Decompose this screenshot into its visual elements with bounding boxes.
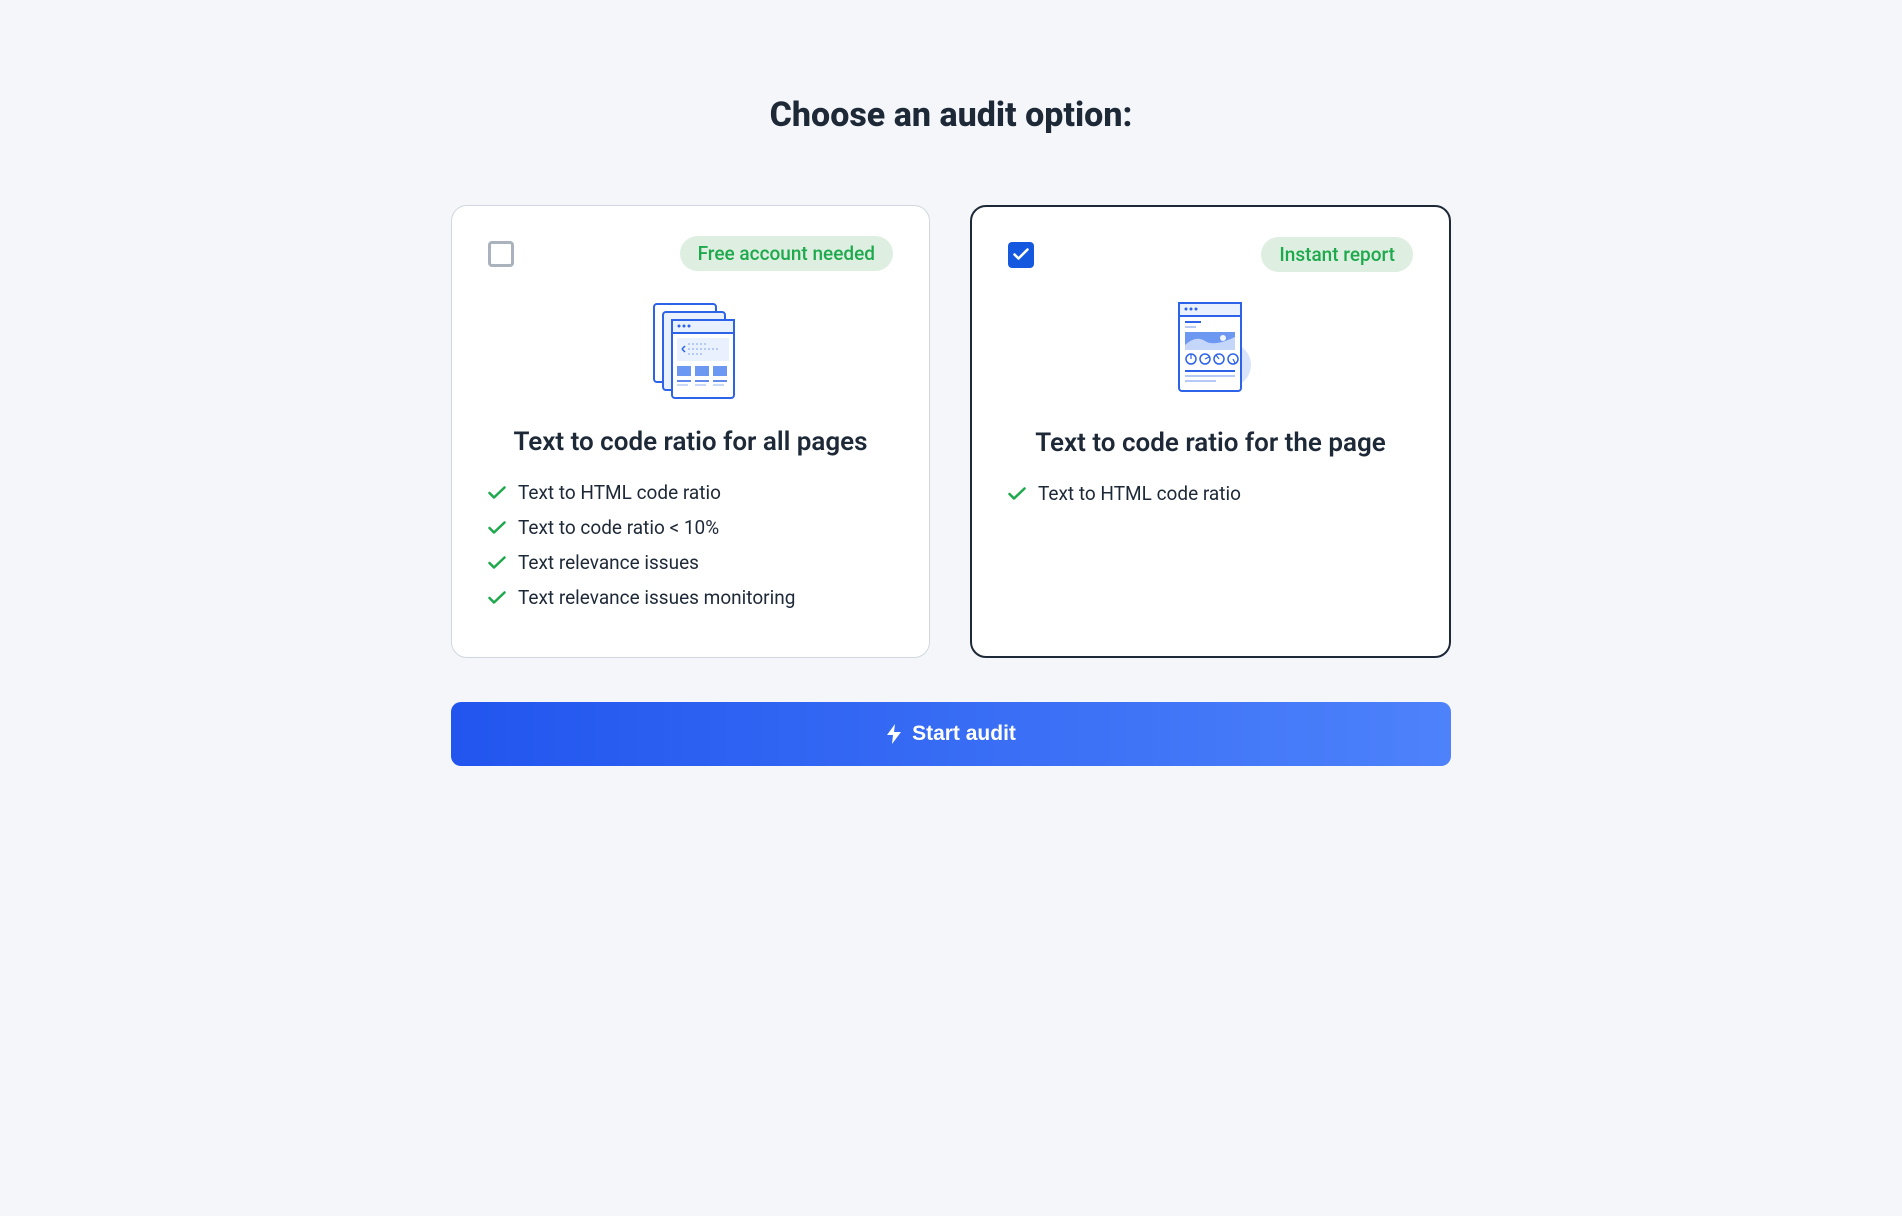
single-page-illustration [1008, 290, 1413, 410]
feature-item: Text relevance issues monitoring [488, 586, 893, 609]
check-icon [1008, 487, 1026, 501]
multi-page-illustration [488, 289, 893, 409]
feature-label: Text to code ratio < 10% [518, 516, 719, 539]
page-title: Choose an audit option: [451, 95, 1451, 135]
checkbox-unchecked-icon[interactable] [488, 241, 514, 267]
feature-label: Text relevance issues [518, 551, 699, 574]
check-icon [488, 591, 506, 605]
feature-label: Text to HTML code ratio [1038, 482, 1241, 505]
feature-item: Text to code ratio < 10% [488, 516, 893, 539]
card-header: Free account needed [488, 236, 893, 271]
badge-instant-report: Instant report [1261, 237, 1413, 272]
feature-item: Text to HTML code ratio [488, 481, 893, 504]
feature-item: Text to HTML code ratio [1008, 482, 1413, 505]
card-header: Instant report [1008, 237, 1413, 272]
check-icon [488, 486, 506, 500]
card-title: Text to code ratio for the page [1008, 428, 1413, 458]
option-all-pages[interactable]: Free account needed [451, 205, 930, 658]
checkbox-checked-icon[interactable] [1008, 242, 1034, 268]
lightning-icon [886, 724, 902, 744]
feature-list: Text to HTML code ratio [1008, 482, 1413, 505]
audit-options: Free account needed [451, 205, 1451, 658]
feature-label: Text relevance issues monitoring [518, 586, 795, 609]
card-title: Text to code ratio for all pages [488, 427, 893, 457]
feature-label: Text to HTML code ratio [518, 481, 721, 504]
check-icon [488, 556, 506, 570]
badge-free-account: Free account needed [680, 236, 893, 271]
button-label: Start audit [912, 722, 1016, 746]
start-audit-button[interactable]: Start audit [451, 702, 1451, 766]
feature-item: Text relevance issues [488, 551, 893, 574]
feature-list: Text to HTML code ratio Text to code rat… [488, 481, 893, 609]
option-single-page[interactable]: Instant report [970, 205, 1451, 658]
check-icon [488, 521, 506, 535]
